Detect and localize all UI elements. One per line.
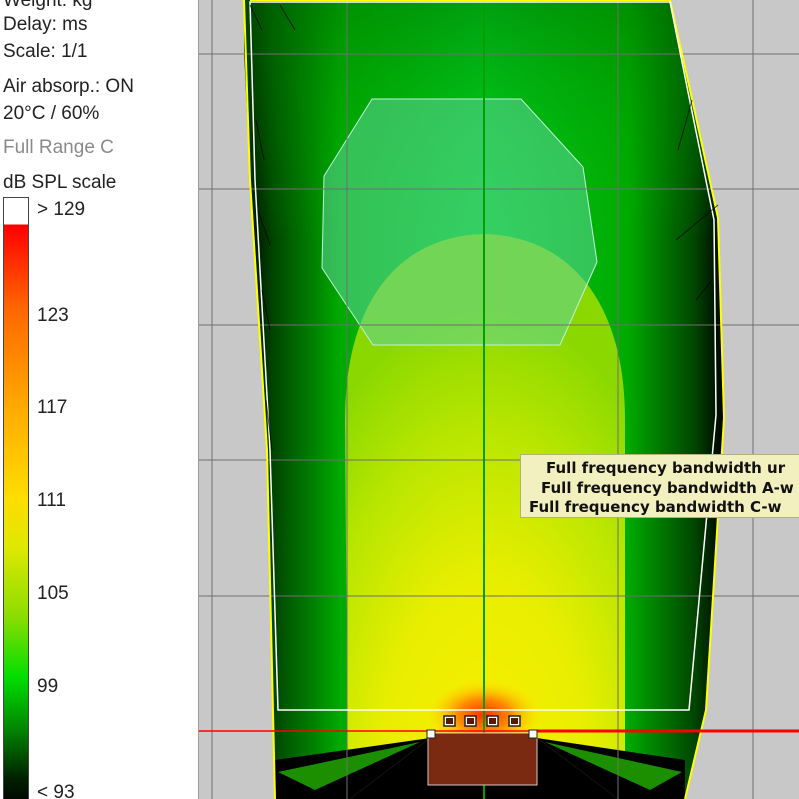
spl-color-scale [3,197,29,799]
bandwidth-tooltip: Full frequency bandwidth ur Full frequen… [520,454,799,518]
speaker-3-cone [489,718,496,724]
spl-map-plot[interactable] [199,0,799,799]
scale-tick-111: 111 [37,490,66,511]
scale-tick-min: < 93 [37,782,75,799]
scale-tick-105: 105 [37,583,69,604]
scale-tick-123: 123 [37,305,69,326]
scale-title: dB SPL scale [3,172,117,193]
subwoofer-left[interactable] [426,729,436,739]
sidebar-panel: Weight: kg Delay: ms Scale: 1/1 Air abso… [0,0,199,799]
weight-label: Weight: kg [3,0,93,11]
filter-label[interactable]: Full Range C [3,137,114,159]
scale-tick-99: 99 [37,676,59,697]
scale-label: Scale: 1/1 [3,41,88,62]
tooltip-line-unweighted: Full frequency bandwidth ur [546,459,786,477]
speaker-2-cone [467,718,474,724]
air-absorption-label: Air absorp.: ON [3,76,134,97]
tooltip-line-c-weighted: Full frequency bandwidth C-w [529,498,782,516]
subwoofer-right[interactable] [528,729,538,739]
scale-tick-117: 117 [37,397,68,418]
stage-block[interactable] [427,732,538,786]
delay-label: Delay: ms [3,14,88,35]
speaker-1-cone [446,718,453,724]
conditions-label: 20°C / 60% [3,103,100,124]
scale-tick-max: > 129 [37,199,86,220]
tooltip-line-a-weighted: Full frequency bandwidth A-w [541,478,794,497]
speaker-4-cone [511,718,518,724]
